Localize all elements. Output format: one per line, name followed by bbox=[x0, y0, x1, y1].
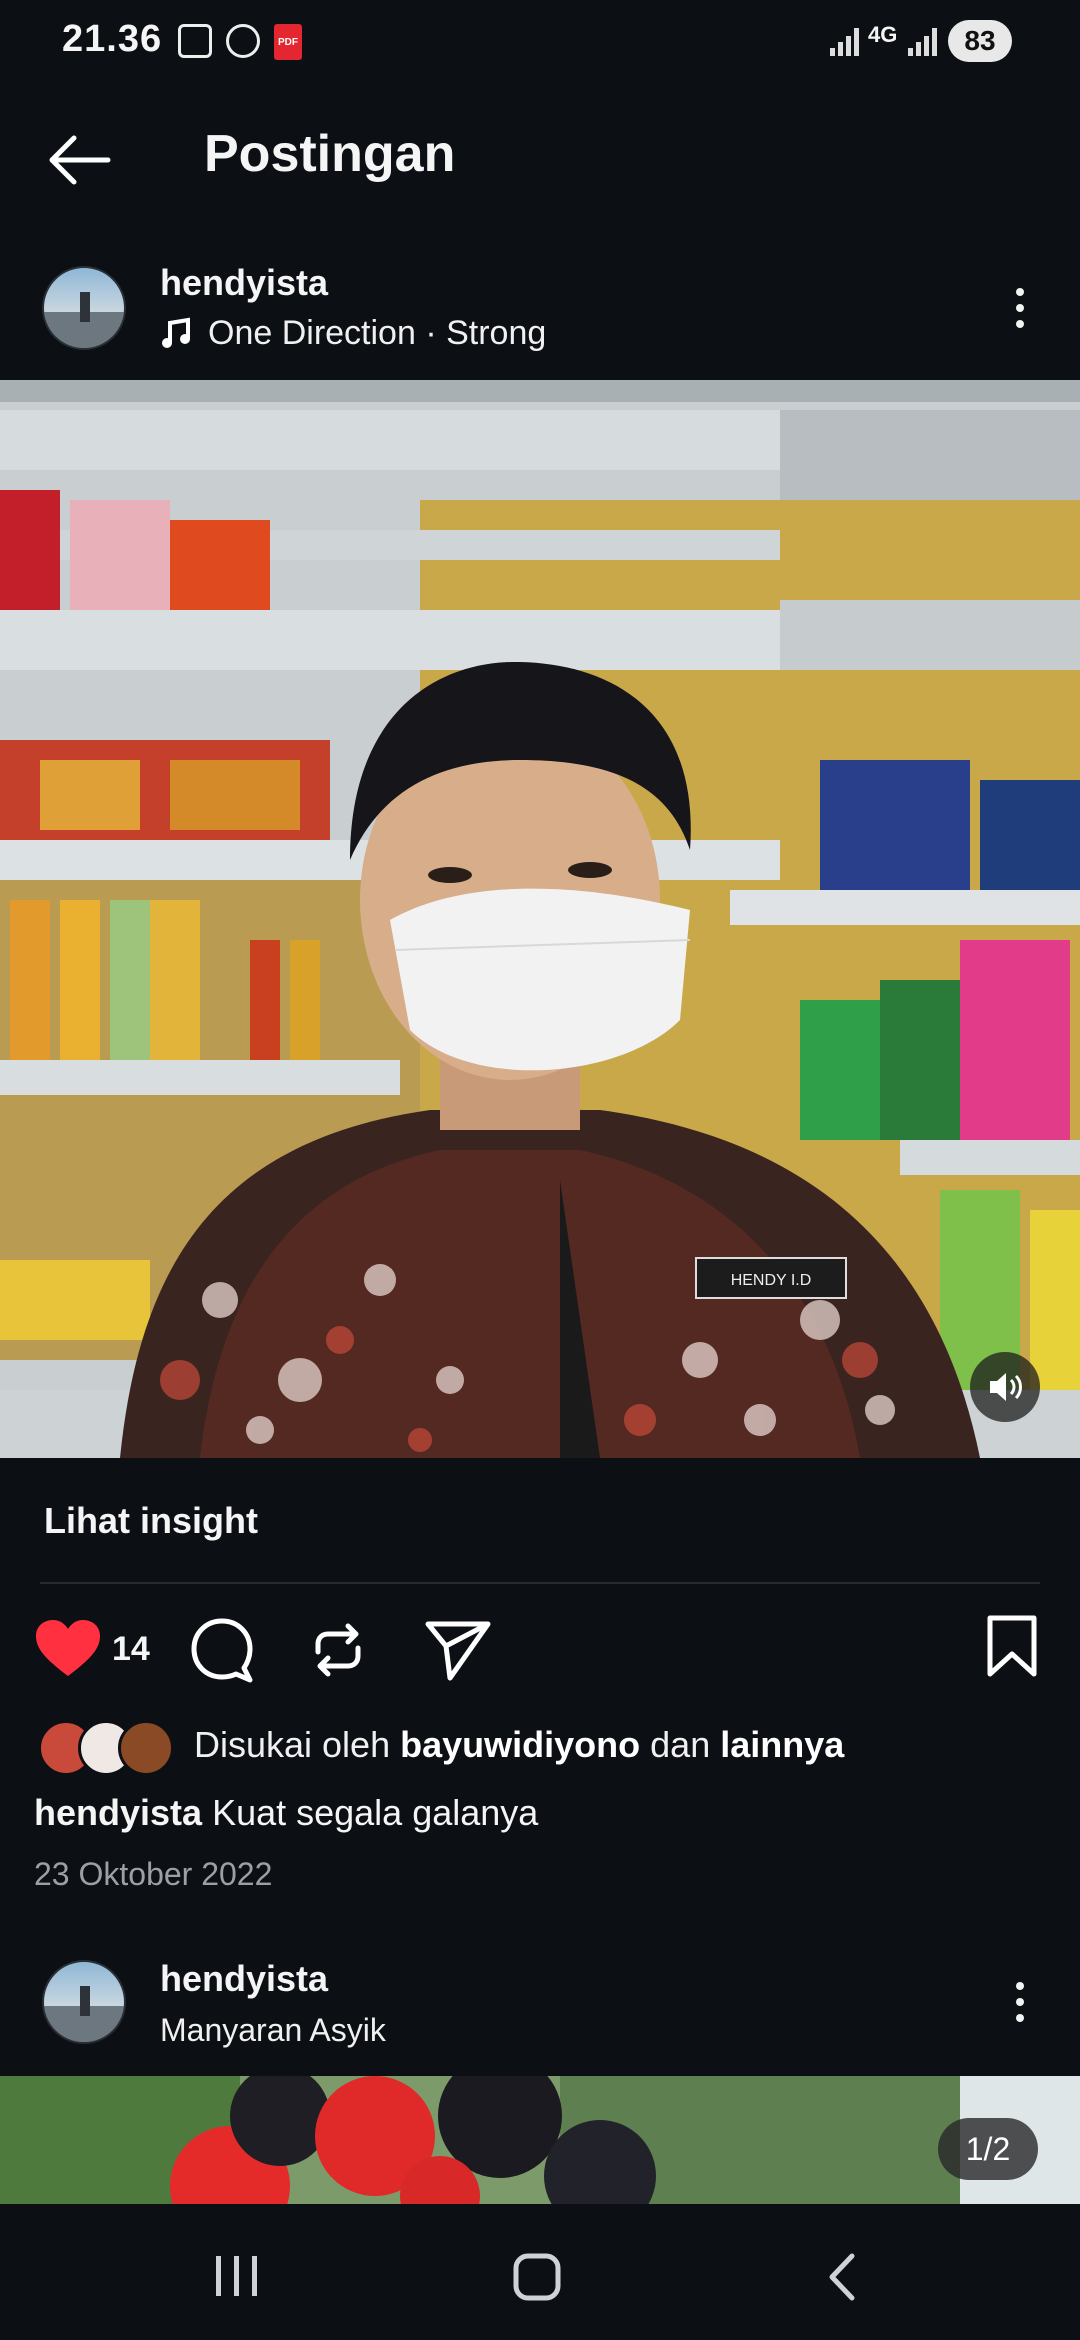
pdf-icon: PDF bbox=[274, 24, 302, 60]
post-username[interactable]: hendyista bbox=[160, 262, 328, 304]
comment-icon bbox=[191, 1618, 253, 1683]
avatar[interactable] bbox=[42, 266, 126, 350]
status-bar: 21.36 PDF 4G 83 bbox=[0, 0, 1080, 90]
heart-filled-icon bbox=[36, 1620, 100, 1676]
bookmark-icon bbox=[987, 1615, 1037, 1677]
post-photo: HENDY I.D bbox=[0, 380, 1080, 1458]
post-media[interactable] bbox=[0, 2076, 1080, 2204]
status-time: 21.36 bbox=[62, 18, 163, 60]
post-media[interactable]: HENDY I.D bbox=[0, 380, 1080, 1458]
page-title: Postingan bbox=[204, 125, 456, 183]
share-button[interactable] bbox=[424, 1618, 492, 1687]
divider bbox=[40, 1582, 1040, 1584]
more-options-icon[interactable] bbox=[1000, 278, 1040, 338]
music-row[interactable]: One Direction · Strong bbox=[160, 314, 546, 353]
liked-by-user[interactable]: bayuwidiyono bbox=[400, 1724, 640, 1765]
music-note-icon bbox=[162, 317, 190, 348]
home-icon[interactable] bbox=[512, 2252, 562, 2302]
music-label: One Direction · Strong bbox=[208, 314, 547, 352]
send-icon bbox=[425, 1621, 491, 1681]
avatar[interactable] bbox=[42, 1960, 126, 2044]
back-button[interactable] bbox=[44, 130, 114, 190]
liker-avatars[interactable] bbox=[38, 1720, 178, 1776]
signal-icon bbox=[830, 26, 859, 56]
liked-by-text[interactable]: Disukai oleh bayuwidiyono dan lainnya bbox=[194, 1724, 844, 1766]
arrow-left-icon bbox=[49, 135, 111, 185]
avatar bbox=[118, 1720, 174, 1776]
sync-icon bbox=[226, 24, 260, 58]
view-insights-link[interactable]: Lihat insight bbox=[44, 1500, 258, 1542]
more-options-icon[interactable] bbox=[1000, 1972, 1040, 2032]
save-button[interactable] bbox=[984, 1614, 1040, 1683]
recent-apps-icon[interactable] bbox=[212, 2254, 262, 2298]
likes-count[interactable]: 14 bbox=[112, 1630, 150, 1669]
signal-icon-2 bbox=[908, 26, 937, 56]
name-tag-label: HENDY I.D bbox=[731, 1272, 812, 1289]
caption-text: Kuat segala galanya bbox=[212, 1792, 539, 1833]
post-username[interactable]: hendyista bbox=[160, 1958, 328, 2000]
post-photo bbox=[0, 2076, 1080, 2204]
carousel-counter: 1/2 bbox=[938, 2118, 1038, 2180]
status-notification-icons: PDF bbox=[178, 24, 302, 60]
system-navigation-bar bbox=[0, 2204, 1080, 2340]
like-button[interactable] bbox=[34, 1618, 102, 1685]
speaker-icon bbox=[990, 1373, 1022, 1401]
screenshot-icon bbox=[178, 24, 212, 58]
post-location[interactable]: Manyaran Asyik bbox=[160, 2012, 386, 2049]
caption-username[interactable]: hendyista bbox=[34, 1792, 202, 1833]
comment-button[interactable] bbox=[188, 1616, 256, 1689]
repost-button[interactable] bbox=[306, 1618, 370, 1687]
network-type: 4G bbox=[868, 22, 898, 47]
battery-indicator: 83 bbox=[948, 20, 1012, 62]
back-nav-icon[interactable] bbox=[822, 2252, 862, 2302]
liked-by-others[interactable]: lainnya bbox=[720, 1724, 844, 1765]
volume-button[interactable] bbox=[970, 1352, 1040, 1422]
repost-icon bbox=[315, 1623, 361, 1677]
post-date: 23 Oktober 2022 bbox=[34, 1856, 273, 1892]
post-caption: hendyista Kuat segala galanya bbox=[34, 1792, 538, 1834]
